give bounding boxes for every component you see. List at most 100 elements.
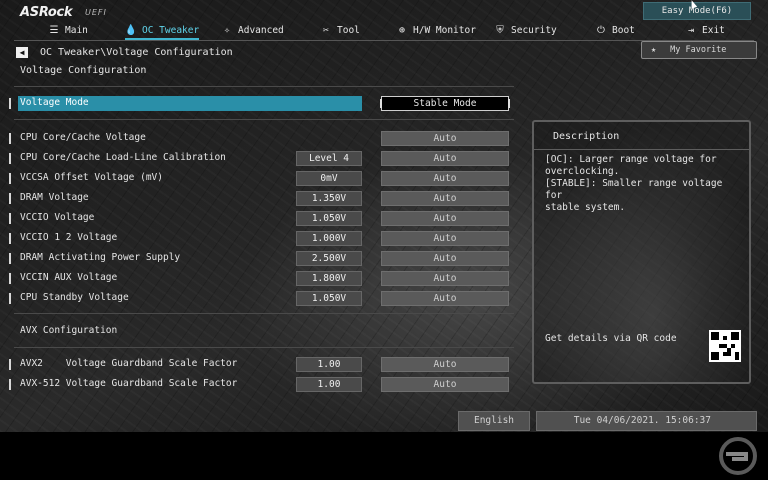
tab-tool-label: Tool [337,24,360,36]
page-title: Voltage Configuration [20,65,147,76]
language-button[interactable]: English [458,411,530,431]
my-favorite-label: My Favorite [670,45,727,55]
tab-security[interactable]: ⛨ Security [494,21,557,39]
setting-label: VCCIN AUX Voltage [20,272,118,283]
current-value: 1.350V [296,191,362,206]
tools-icon: ✂ [322,24,330,36]
current-value: 0mV [296,171,362,186]
bios-screen: ASRock UEFI Easy Mode(F6) ☰ Main 💧 OC Tw… [0,0,768,432]
easy-mode-button[interactable]: Easy Mode(F6) [643,2,751,20]
current-value: 2.500V [296,251,362,266]
exit-icon: ⇥ [687,24,695,36]
setting-row[interactable]: DRAM Activating Power Supply 2.500V Auto [0,251,520,266]
row-bullet [9,273,11,284]
tab-exit[interactable]: ⇥ Exit [685,21,725,39]
description-title: Description [553,131,620,142]
qr-label: Get details via QR code [545,333,677,344]
tab-boot-label: Boot [612,24,635,36]
row-bullet [9,193,11,204]
tab-advanced[interactable]: ✧ Advanced [221,21,284,39]
site-logo-icon [719,437,757,475]
row-bullet [9,293,11,304]
setting-label: AVX2 Voltage Guardband Scale Factor [20,358,238,369]
tab-hw-monitor[interactable]: ⊕ H/W Monitor [396,21,476,39]
voltage-mode-row[interactable]: Voltage Mode Stable Mode [0,96,520,111]
current-value: 1.00 [296,357,362,372]
setting-select[interactable]: Auto [381,231,509,246]
asrock-logo: ASRock [20,5,73,20]
breadcrumb: OC Tweaker\Voltage Configuration [40,47,233,58]
back-arrow-icon[interactable]: ◀ [16,47,28,58]
setting-row[interactable]: VCCSA Offset Voltage (mV) 0mV Auto [0,171,520,186]
row-bullet [9,98,11,109]
current-value: 1.000V [296,231,362,246]
current-value: 1.050V [296,291,362,306]
setting-select[interactable]: Auto [381,171,509,186]
setting-row[interactable]: VCCIO 1 2 Voltage 1.000V Auto [0,231,520,246]
current-value: 1.050V [296,211,362,226]
divider [14,86,514,87]
setting-select[interactable]: Auto [381,251,509,266]
setting-row[interactable]: DRAM Voltage 1.350V Auto [0,191,520,206]
tab-advanced-label: Advanced [238,24,284,36]
tab-security-label: Security [511,24,557,36]
setting-select[interactable]: Auto [381,357,509,372]
setting-select[interactable]: Auto [381,291,509,306]
setting-select[interactable]: Auto [381,211,509,226]
row-bullet [9,233,11,244]
row-bullet [9,133,11,144]
setting-row[interactable]: CPU Core/Cache Voltage Auto [0,131,520,146]
divider [14,313,514,314]
setting-select[interactable]: Auto [381,271,509,286]
row-bullet [9,153,11,164]
row-bullet [9,253,11,264]
voltage-mode-label: Voltage Mode [20,97,89,108]
datetime-display: Tue 04/06/2021. 15:06:37 [536,411,757,431]
current-value: 1.800V [296,271,362,286]
divider [14,119,514,120]
qr-code-icon [709,330,741,362]
setting-label: DRAM Activating Power Supply [20,252,181,263]
my-favorite-button[interactable]: ★ My Favorite [641,41,757,59]
setting-label: VCCIO Voltage [20,212,95,223]
flame-icon: 💧 [124,24,138,36]
tab-main[interactable]: ☰ Main [48,21,88,39]
setting-select[interactable]: Auto [381,191,509,206]
star-icon: ✧ [223,24,231,36]
globe-icon: ⊕ [398,24,406,36]
current-value: Level 4 [296,151,362,166]
setting-row[interactable]: CPU Standby Voltage 1.050V Auto [0,291,520,306]
star-icon: ★ [651,45,657,55]
setting-label: DRAM Voltage [20,192,89,203]
tab-tool[interactable]: ✂ Tool [320,21,360,39]
setting-label: CPU Standby Voltage [20,292,129,303]
voltage-mode-select[interactable]: Stable Mode [380,96,510,111]
setting-select[interactable]: Auto [381,377,509,392]
tab-exit-label: Exit [702,24,725,36]
row-bullet [9,213,11,224]
description-divider [534,149,749,150]
main-nav: ☰ Main 💧 OC Tweaker ✧ Advanced ✂ Tool ⊕ … [0,21,768,40]
setting-row[interactable]: AVX2 Voltage Guardband Scale Factor 1.00… [0,357,520,372]
setting-row[interactable]: AVX-512 Voltage Guardband Scale Factor 1… [0,377,520,392]
list-icon: ☰ [49,24,59,36]
setting-label: CPU Core/Cache Load-Line Calibration [20,152,226,163]
setting-row[interactable]: VCCIN AUX Voltage 1.800V Auto [0,271,520,286]
current-value: 1.00 [296,377,362,392]
avx-section-label: AVX Configuration [20,325,118,336]
tab-hw-monitor-label: H/W Monitor [413,24,476,36]
setting-label: VCCIO 1 2 Voltage [20,232,118,243]
row-bullet [9,359,11,370]
shield-icon: ⛨ [496,24,504,36]
setting-row[interactable]: VCCIO Voltage 1.050V Auto [0,211,520,226]
setting-select[interactable]: Auto [381,151,509,166]
tab-boot[interactable]: ⏻ Boot [595,21,635,39]
setting-row[interactable]: CPU Core/Cache Load-Line Calibration Lev… [0,151,520,166]
setting-label: AVX-512 Voltage Guardband Scale Factor [20,378,238,389]
tab-main-label: Main [65,24,88,36]
divider [14,347,514,348]
uefi-label: UEFI [85,8,107,17]
setting-select[interactable]: Auto [381,131,509,146]
setting-label: CPU Core/Cache Voltage [20,132,146,143]
tab-oc-tweaker[interactable]: 💧 OC Tweaker [124,21,200,40]
